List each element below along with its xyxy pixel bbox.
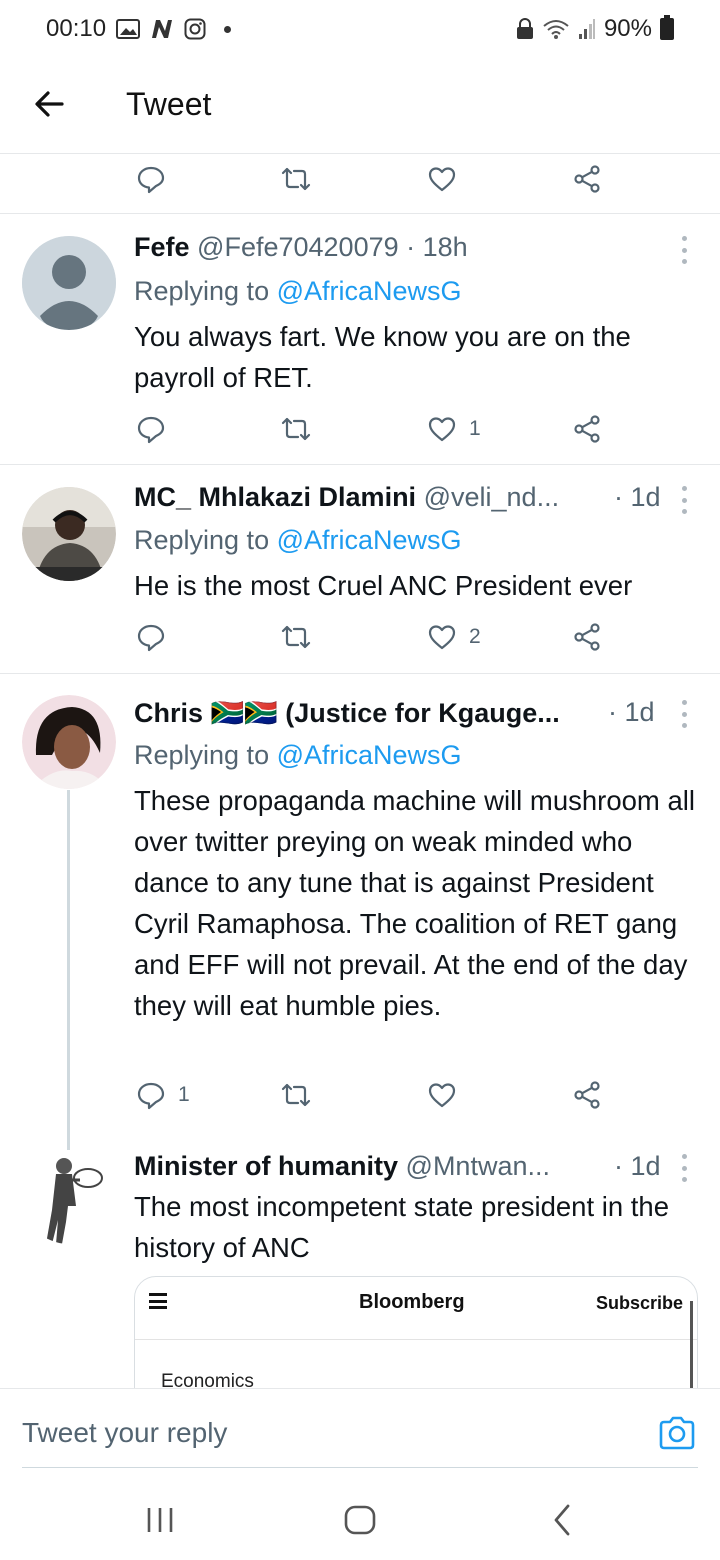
recent-apps-icon[interactable] [140,1500,180,1540]
divider [0,464,720,465]
share-icon[interactable] [572,164,602,194]
reply-input[interactable]: Tweet your reply [22,1417,227,1449]
replying-to: Replying to @AfricaNewsG [134,276,462,307]
replying-to-label: Replying to [134,276,270,306]
like-icon [428,625,456,650]
system-nav-bar [0,1480,720,1560]
like-icon[interactable] [427,1080,457,1110]
tweet-text: You always fart. We know you are on the … [134,321,631,393]
reply-icon[interactable] [136,622,166,652]
divider [0,673,720,674]
wifi-icon [542,18,570,40]
scrollbar [690,1301,693,1391]
card-subscribe: Subscribe [595,1293,683,1313]
display-name: Fefe [134,232,190,262]
divider [135,1339,697,1340]
replying-to-link[interactable]: @AfricaNewsG [277,525,462,555]
avatar[interactable] [22,236,116,330]
like-icon[interactable] [427,164,457,194]
tweet-text: The most incompetent state president in … [134,1191,670,1263]
tweet-author[interactable]: Fefe @Fefe70420079 · 18h [134,232,468,263]
tweet-actions: 1 [0,1066,720,1126]
more-options-icon[interactable] [679,486,689,514]
menu-icon [149,1293,167,1309]
back-nav-icon[interactable] [542,1500,582,1540]
replying-to: Replying to @AfricaNewsG [134,740,462,771]
display-name: Chris 🇿🇦🇿🇦 (Justice for Kgauge... [134,698,560,728]
avatar[interactable] [22,487,116,581]
signal-icon [578,18,596,40]
tweet-author[interactable]: Minister of humanity @Mntwan... [134,1151,550,1182]
like-button[interactable]: 2 [427,622,481,652]
camera-icon[interactable] [658,1415,696,1451]
share-icon[interactable] [572,622,602,652]
instagram-icon [184,18,206,40]
arrow-left-icon[interactable] [30,84,70,124]
timestamp: · 1d [614,482,661,512]
timestamp: · 1d [614,1151,661,1181]
tweet-text: He is the most Cruel ANC President ever [134,570,633,601]
page-title: Tweet [126,86,212,122]
display-name: Minister of humanity [134,1151,399,1181]
retweet-icon[interactable] [281,414,311,444]
tweet-author[interactable]: MC_ Mhlakazi Dlamini @veli_nd... [134,482,559,513]
replying-to: Replying to @AfricaNewsG [134,525,462,556]
reply-icon [137,1082,165,1110]
reply-count: 1 [178,1083,190,1106]
card-brand: Bloomberg [359,1291,465,1313]
tweet-actions: 1 [0,400,720,460]
replying-to-label: Replying to [134,525,270,555]
lock-icon [516,18,534,40]
retweet-icon[interactable] [281,164,311,194]
more-options-icon[interactable] [679,1154,689,1182]
share-icon[interactable] [572,414,602,444]
retweet-icon[interactable] [281,1080,311,1110]
replying-to-link[interactable]: @AfricaNewsG [277,276,462,306]
notification-dot [224,25,232,33]
avatar[interactable] [22,1150,116,1244]
tweet-actions-top [0,150,720,210]
tweet-author[interactable]: Chris 🇿🇦🇿🇦 (Justice for Kgauge... [134,697,560,729]
n-icon [150,18,174,40]
replying-to-link[interactable]: @AfricaNewsG [277,740,462,770]
more-options-icon[interactable] [679,236,689,264]
reply-icon[interactable] [136,164,166,194]
display-name: MC_ Mhlakazi Dlamini [134,482,417,512]
tweet-actions: 2 [0,608,720,668]
avatar[interactable] [22,695,116,789]
tweet-text: These propaganda machine will mushroom a… [134,785,695,1021]
battery-percent: 90% [603,15,652,42]
share-icon[interactable] [572,1080,602,1110]
like-button[interactable]: 1 [427,414,481,444]
timestamp: · 1d [608,697,655,727]
reply-button[interactable]: 1 [136,1080,190,1110]
gallery-icon [116,19,141,39]
battery-icon [660,15,674,40]
status-bar: 00:10 90% [0,0,720,58]
like-count: 1 [469,417,481,440]
timestamp: · 18h [406,232,468,262]
handle: @Mntwan... [405,1151,550,1181]
handle: @Fefe70420079 [197,232,399,262]
reply-icon[interactable] [136,414,166,444]
status-time: 00:10 [46,15,107,42]
divider [22,1467,698,1468]
app-header: Tweet [0,58,720,154]
handle: @veli_nd... [423,482,560,512]
like-icon [428,417,456,442]
home-icon[interactable] [340,1500,380,1540]
more-options-icon[interactable] [679,700,689,728]
replying-to-label: Replying to [134,740,270,770]
retweet-icon[interactable] [281,622,311,652]
divider [0,213,720,214]
like-count: 2 [469,625,481,648]
